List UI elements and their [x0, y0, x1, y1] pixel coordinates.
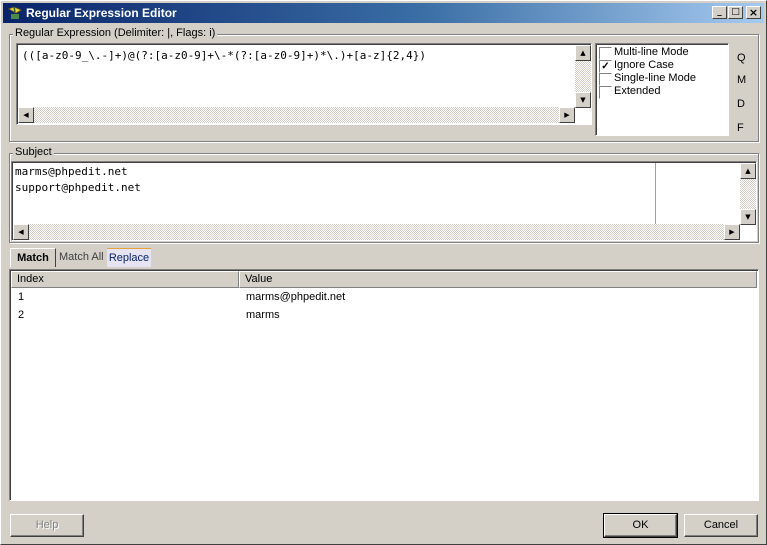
- regex-vertical-scrollbar[interactable]: ▲ ▼: [575, 45, 591, 108]
- tab-match-all[interactable]: Match All: [59, 248, 104, 266]
- regex-input[interactable]: (([a-z0-9_\.-]+)@(?:[a-z0-9]+\-*(?:[a-z0…: [16, 43, 592, 125]
- minimize-icon: _: [717, 7, 722, 17]
- scroll-up-icon[interactable]: ▲: [575, 45, 591, 61]
- side-letter-d[interactable]: D: [737, 98, 745, 110]
- close-icon: ×: [748, 6, 759, 19]
- scroll-left-icon[interactable]: ◀: [18, 107, 34, 123]
- subject-vertical-scrollbar[interactable]: ▲ ▼: [740, 163, 756, 225]
- scroll-up-icon[interactable]: ▲: [740, 163, 756, 179]
- subject-line[interactable]: marms@phpedit.net: [15, 164, 141, 180]
- title-bar[interactable]: Regular Expression Editor _ □ ×: [3, 3, 764, 23]
- extended-checkbox[interactable]: [599, 86, 612, 99]
- cancel-button[interactable]: Cancel: [684, 514, 758, 537]
- window-title: Regular Expression Editor: [26, 6, 177, 20]
- subject-horizontal-scrollbar[interactable]: ◀ ▶: [13, 224, 740, 240]
- tab-match[interactable]: Match: [10, 248, 56, 267]
- subject-margin-line: [655, 163, 656, 225]
- app-icon: [8, 6, 22, 19]
- regex-text[interactable]: (([a-z0-9_\.-]+)@(?:[a-z0-9]+\-*(?:[a-z0…: [22, 49, 426, 62]
- table-row[interactable]: 1 marms@phpedit.net: [11, 289, 757, 307]
- minimize-button[interactable]: _: [712, 6, 727, 19]
- row-value: marms: [246, 309, 280, 321]
- scroll-left-icon[interactable]: ◀: [13, 224, 29, 240]
- regex-group-label: Regular Expression (Delimiter: |, Flags:…: [13, 27, 218, 39]
- single-line-checkbox[interactable]: [599, 73, 612, 86]
- subject-group-label: Subject: [13, 146, 54, 158]
- multi-line-checkbox[interactable]: [599, 47, 612, 60]
- maximize-icon: □: [731, 7, 740, 17]
- help-button[interactable]: Help: [10, 514, 84, 537]
- scroll-down-icon[interactable]: ▼: [740, 209, 756, 225]
- regex-editor-window: Regular Expression Editor _ □ × Regular …: [0, 0, 767, 545]
- close-button[interactable]: ×: [746, 6, 761, 19]
- regex-horizontal-scrollbar[interactable]: ◀ ▶: [18, 107, 575, 123]
- ignore-case-checkbox[interactable]: ✓: [599, 60, 612, 73]
- scroll-right-icon[interactable]: ▶: [559, 107, 575, 123]
- tab-replace[interactable]: Replace: [107, 248, 151, 267]
- side-letter-q[interactable]: Q: [737, 52, 746, 64]
- row-value: marms@phpedit.net: [246, 291, 346, 303]
- subject-text[interactable]: marms@phpedit.net support@phpedit.net: [15, 164, 141, 196]
- ok-button[interactable]: OK: [603, 513, 678, 538]
- column-header-index[interactable]: Index: [11, 271, 239, 288]
- scroll-right-icon[interactable]: ▶: [724, 224, 740, 240]
- row-index: 2: [18, 309, 25, 321]
- side-letter-f[interactable]: F: [737, 122, 744, 134]
- row-index: 1: [18, 291, 25, 303]
- subject-line[interactable]: support@phpedit.net: [15, 180, 141, 196]
- table-row[interactable]: 2 marms: [11, 307, 757, 325]
- scroll-down-icon[interactable]: ▼: [575, 92, 591, 108]
- subject-input[interactable]: marms@phpedit.net support@phpedit.net ▲ …: [11, 161, 757, 241]
- side-letter-m[interactable]: M: [737, 74, 746, 86]
- maximize-button[interactable]: □: [728, 6, 743, 19]
- column-header-value[interactable]: Value: [239, 271, 757, 288]
